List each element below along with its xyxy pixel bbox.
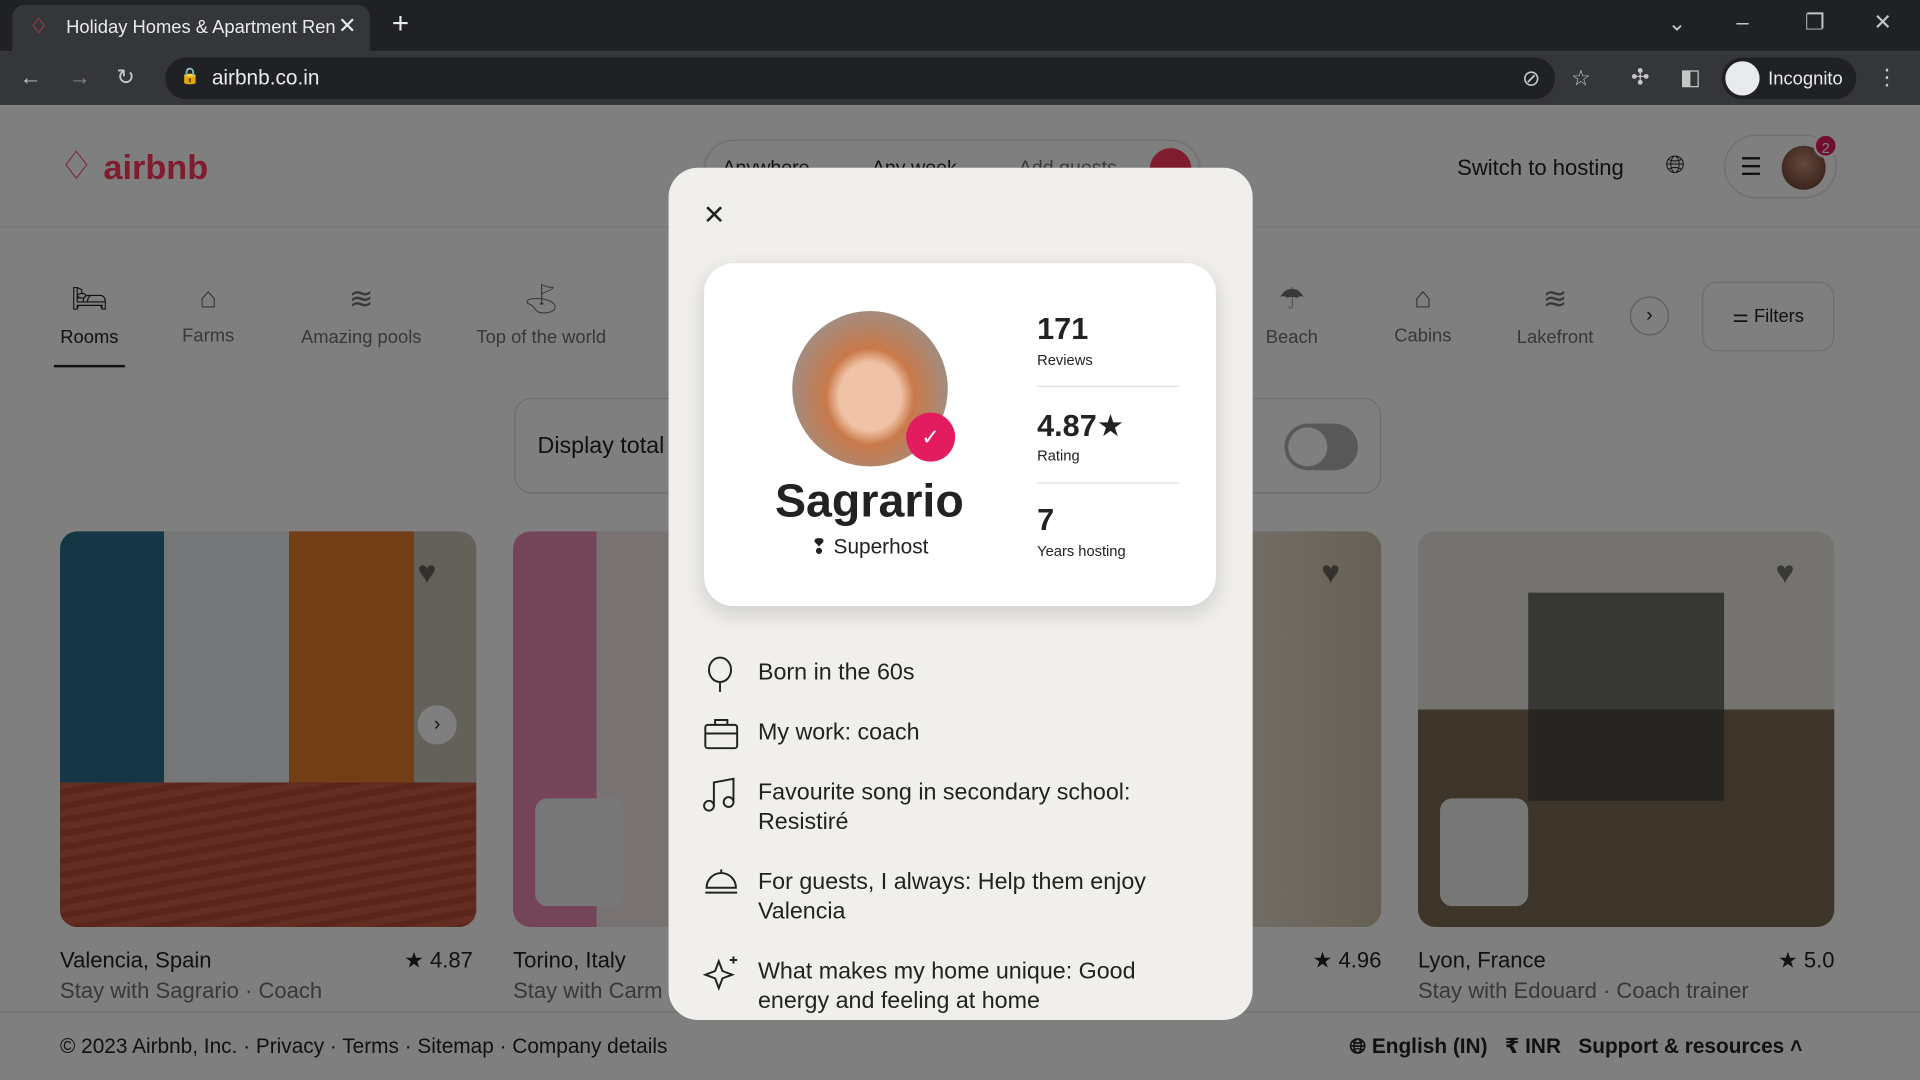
close-window-icon[interactable]: ✕: [1873, 10, 1891, 34]
superhost-badge: ❢ Superhost: [810, 535, 929, 559]
close-icon[interactable]: ✕: [703, 200, 726, 232]
address-bar[interactable]: 🔒 airbnb.co.in ⊘ ☆: [165, 57, 1591, 100]
address-bar-row: ← → ↻ 🔒 airbnb.co.in ⊘ ☆ ✣ ◧ Incognito ⋮: [0, 51, 1920, 106]
host-card: ✓ Sagrario ❢ Superhost 171 Reviews 4.87★…: [704, 263, 1216, 607]
bookmark-star-icon[interactable]: ☆: [1571, 66, 1591, 90]
tab-title: Holiday Homes & Apartment Rentals: [66, 17, 336, 38]
close-tab-icon[interactable]: ✕: [338, 13, 356, 39]
lock-icon: 🔒: [180, 66, 200, 85]
extensions-icon[interactable]: ✣: [1631, 65, 1649, 89]
music-note-icon: [703, 777, 735, 812]
sparkles-icon: [702, 956, 738, 991]
side-panel-icon[interactable]: ◧: [1680, 65, 1701, 89]
tracking-off-icon[interactable]: ⊘: [1522, 66, 1540, 90]
years-hosting-label: Years hosting: [1037, 542, 1126, 560]
rating-label: Rating: [1037, 446, 1080, 465]
service-bell-icon: [705, 869, 738, 894]
years-hosting-value: 7: [1037, 503, 1055, 538]
host-name: Sagrario: [774, 476, 964, 528]
tab-search-icon[interactable]: ⌄: [1668, 11, 1686, 35]
profile-label: Incognito: [1768, 68, 1843, 90]
restore-icon[interactable]: ❐: [1805, 10, 1825, 34]
reload-icon[interactable]: ↻: [116, 65, 134, 89]
new-tab-icon[interactable]: +: [392, 9, 409, 38]
minimize-icon[interactable]: –: [1736, 10, 1748, 34]
forward-icon[interactable]: →: [69, 65, 91, 89]
airbnb-favicon-icon: ♢: [29, 14, 49, 38]
reviews-count: 171: [1037, 312, 1089, 347]
reviews-label: Reviews: [1037, 351, 1093, 369]
browser-tab[interactable]: ♢ Holiday Homes & Apartment Rentals ✕: [12, 4, 370, 52]
back-icon[interactable]: ←: [20, 65, 42, 89]
url-text: airbnb.co.in: [211, 66, 320, 90]
incognito-icon: [1725, 61, 1760, 96]
rating-value: 4.87★: [1037, 408, 1125, 444]
verified-shield-icon: ✓: [906, 412, 956, 462]
briefcase-icon: [704, 719, 739, 750]
host-profile-modal: ✕ ✓ Sagrario ❢ Superhost 171 Reviews 4.8…: [668, 167, 1253, 1021]
browser-tab-bar: ♢ Holiday Homes & Apartment Rentals ✕ + …: [0, 0, 1920, 52]
profile-button[interactable]: Incognito: [1721, 57, 1857, 100]
menu-kebab-icon[interactable]: ⋮: [1876, 65, 1898, 89]
superhost-icon: ❢: [810, 535, 828, 559]
balloon-icon: [708, 656, 733, 692]
